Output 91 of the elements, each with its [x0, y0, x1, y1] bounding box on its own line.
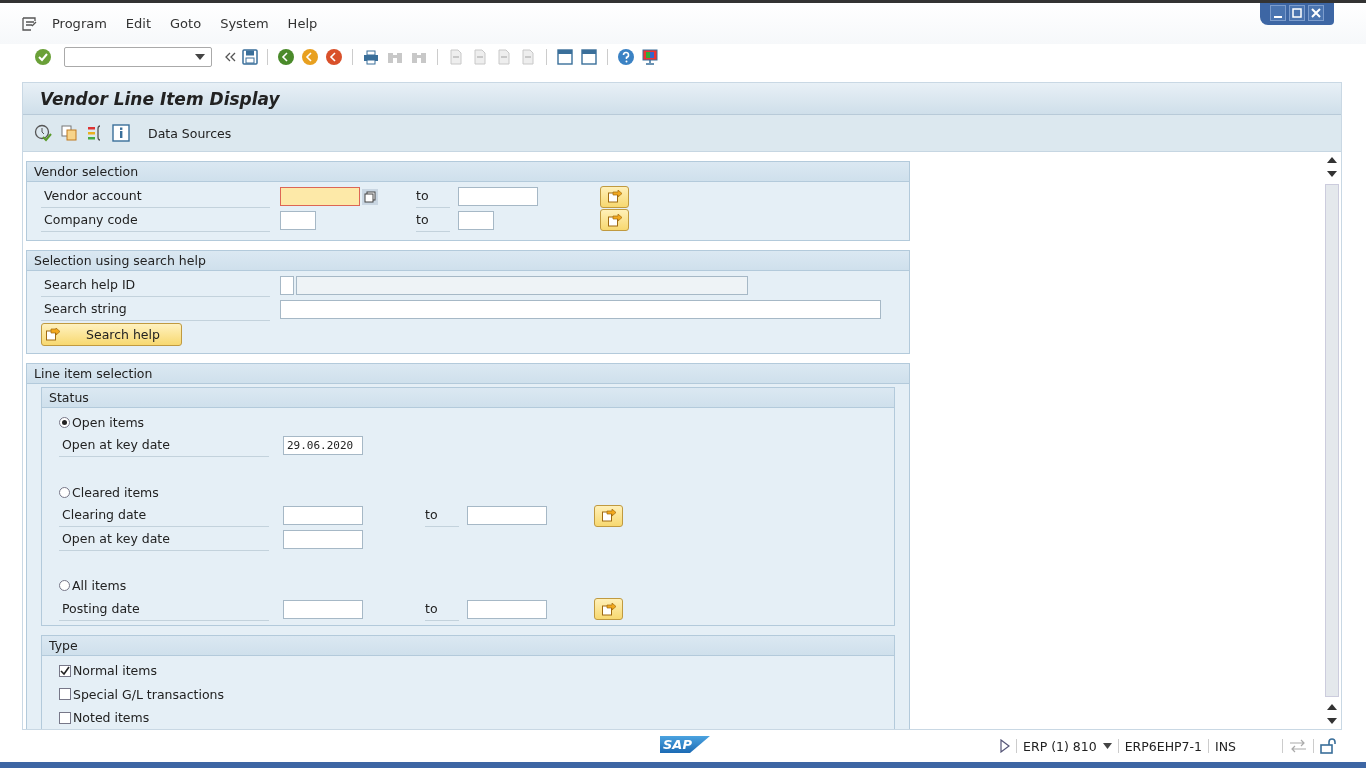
cancel-icon[interactable]: [325, 48, 343, 66]
dropdown-icon[interactable]: [195, 54, 205, 60]
dropdown-icon[interactable]: [1102, 743, 1112, 749]
from-input[interactable]: [280, 210, 316, 230]
save-icon[interactable]: [242, 49, 258, 65]
monitor-icon[interactable]: [641, 48, 659, 66]
field-label: Search help ID: [41, 274, 270, 298]
menu-icon[interactable]: [22, 16, 38, 31]
lock-icon[interactable]: [1320, 738, 1338, 754]
checkbox[interactable]: [59, 711, 71, 724]
menu-item[interactable]: Help: [287, 16, 318, 31]
from-input[interactable]: [283, 599, 363, 619]
date-input[interactable]: [283, 529, 363, 549]
enter-icon[interactable]: [34, 48, 52, 66]
section-header: Selection using search help: [27, 251, 909, 271]
to-input[interactable]: [458, 210, 494, 230]
screen-title: Vendor Line Item Display: [40, 88, 280, 109]
menu-item[interactable]: Goto: [170, 16, 202, 31]
scroll-down-icon[interactable]: [1327, 170, 1337, 178]
section-header: Vendor selection: [27, 162, 909, 182]
data-sources-button[interactable]: Data Sources: [144, 125, 236, 141]
multiple-selection-button[interactable]: [600, 209, 629, 232]
group-header: Type: [42, 636, 894, 656]
arrow-icon: [601, 509, 616, 523]
print-icon[interactable]: [362, 48, 380, 66]
scroll-up-icon[interactable]: [1327, 703, 1337, 711]
command-field[interactable]: [64, 47, 212, 67]
scroll-down-icon[interactable]: [1327, 717, 1337, 725]
exit-icon[interactable]: [301, 48, 319, 66]
radio-option[interactable]: All items: [59, 578, 127, 594]
maximize-icon[interactable]: [1289, 5, 1305, 21]
from-input[interactable]: [283, 506, 363, 526]
field-label: Open at key date: [59, 434, 269, 458]
connection-icon: [1289, 739, 1307, 753]
multiple-selection-button[interactable]: [594, 598, 623, 621]
option-label: Open items: [72, 414, 145, 430]
arrow-icon: [46, 327, 60, 341]
help-icon[interactable]: [617, 48, 635, 66]
double-chevron-icon[interactable]: [224, 51, 236, 63]
to-label: to: [416, 208, 450, 232]
play-icon[interactable]: [1000, 739, 1011, 753]
to-label: to: [425, 597, 459, 621]
date-input[interactable]: 29.06.2020: [283, 436, 363, 456]
checkbox-option[interactable]: Noted items: [59, 710, 150, 726]
arrow-icon: [607, 213, 622, 227]
to-input[interactable]: [458, 187, 538, 207]
copy-icon[interactable]: [60, 124, 78, 142]
info-icon[interactable]: [112, 124, 130, 142]
multiple-selection-icon[interactable]: [362, 188, 378, 205]
arrow-icon: [607, 190, 622, 204]
group-header: Status: [42, 387, 894, 408]
back-icon[interactable]: [277, 48, 295, 66]
scroll-up-icon[interactable]: [1327, 156, 1337, 164]
execute-icon[interactable]: [34, 124, 52, 142]
from-input[interactable]: [280, 187, 360, 207]
to-input[interactable]: [467, 599, 547, 619]
section-header: Line item selection: [27, 363, 909, 384]
option-label: Noted items: [73, 710, 150, 726]
status-field: ERP6EHP7-1: [1124, 738, 1202, 754]
checkbox[interactable]: [59, 664, 71, 677]
radio-button[interactable]: [59, 580, 70, 592]
multiple-selection-button[interactable]: [594, 504, 623, 527]
radio-option[interactable]: Open items: [59, 414, 145, 430]
sap-logo: SAP: [660, 736, 710, 753]
to-label: to: [425, 504, 459, 528]
field-label: Clearing date: [59, 504, 269, 528]
minimize-icon[interactable]: [1270, 5, 1286, 21]
checkbox[interactable]: [59, 688, 71, 701]
field-label: Company code: [41, 208, 270, 232]
option-label: All items: [72, 578, 127, 594]
to-label: to: [416, 185, 450, 209]
checkmark-icon: [60, 665, 70, 676]
search-string-input[interactable]: [280, 299, 881, 319]
arrow-icon: [601, 602, 616, 616]
search-help-button[interactable]: Search help: [41, 322, 182, 346]
menu-item[interactable]: Edit: [125, 16, 152, 31]
status-field: INS: [1215, 738, 1236, 754]
status-field: ERP (1) 810: [1023, 738, 1097, 754]
menu-item[interactable]: Program: [52, 16, 107, 31]
search-help-id-input[interactable]: [280, 276, 294, 296]
radio-button[interactable]: [59, 486, 70, 498]
field-label: Open at key date: [59, 527, 269, 551]
close-icon[interactable]: [1308, 5, 1324, 21]
field-label: Search string: [41, 297, 270, 321]
menu-item[interactable]: System: [220, 16, 269, 31]
to-input[interactable]: [467, 506, 547, 526]
new-session-icon[interactable]: [556, 48, 574, 66]
field-label: Vendor account: [41, 185, 270, 209]
field-label: Posting date: [59, 597, 269, 621]
multiple-selection-button[interactable]: [600, 185, 629, 208]
radio-button[interactable]: [59, 416, 70, 428]
